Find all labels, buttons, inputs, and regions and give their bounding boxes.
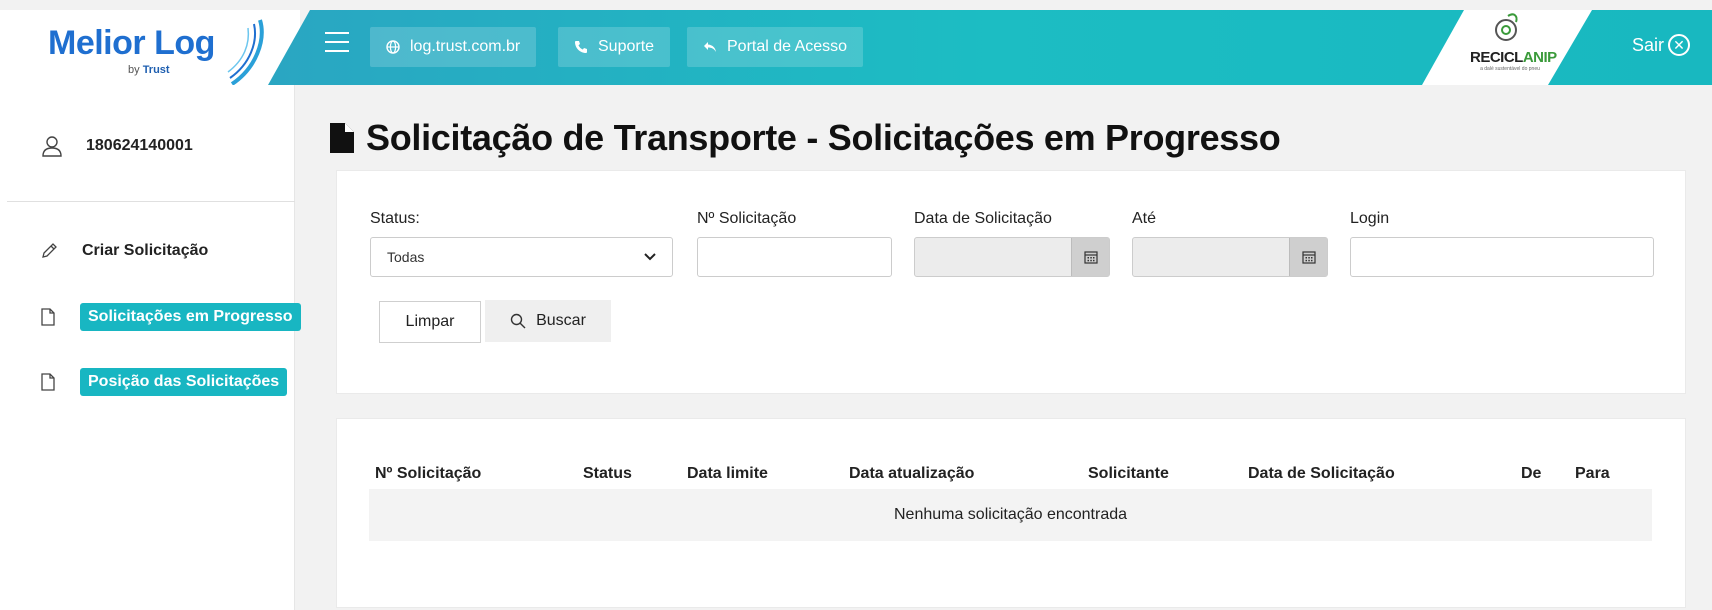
partner-name-b: ANIP	[1522, 49, 1557, 66]
filter-panel: Status: Todas Nº Solicitação Data de Sol…	[336, 170, 1686, 394]
logo-area: Melior Log by Trust	[0, 10, 300, 86]
logo-title: Melior Log	[48, 24, 215, 62]
table-header: Nº Solicitação Status Data limite Data a…	[337, 465, 1685, 487]
page-title: Solicitação de Transporte - Solicitações…	[330, 117, 1281, 159]
sidebar-divider	[7, 201, 295, 202]
portal-button[interactable]: Portal de Acesso	[687, 27, 864, 67]
search-icon	[510, 313, 526, 329]
globe-icon	[386, 40, 400, 54]
support-button[interactable]: Suporte	[558, 27, 671, 67]
clear-button-label: Limpar	[405, 313, 455, 330]
ate-label: Até	[1132, 210, 1157, 227]
calendar-button[interactable]	[1071, 238, 1109, 276]
logout-button[interactable]: Sair ✕	[1632, 34, 1691, 56]
support-label: Suporte	[598, 38, 655, 55]
melior-log-logo[interactable]: Melior Log by Trust	[48, 19, 264, 86]
empty-table-row: Nenhuma solicitação encontrada	[369, 489, 1652, 541]
document-icon	[41, 373, 55, 391]
logo-swoosh-icon	[227, 19, 264, 86]
column-header-de[interactable]: De	[1521, 465, 1541, 483]
login-field[interactable]	[1350, 237, 1654, 277]
status-select[interactable]: Todas	[370, 237, 673, 277]
logo-subtitle: by Trust	[128, 64, 170, 76]
numero-solicitacao-label: Nº Solicitação	[697, 210, 797, 227]
document-icon	[41, 308, 55, 326]
column-header-data-atualizacao[interactable]: Data atualização	[849, 465, 974, 483]
logo-sub-brand: Trust	[142, 64, 170, 76]
search-button[interactable]: Buscar	[485, 300, 611, 342]
numero-solicitacao-field[interactable]	[697, 237, 892, 277]
data-solicitacao-label: Data de Solicitação	[914, 210, 1052, 227]
chevron-down-icon	[644, 253, 656, 261]
calendar-icon	[1301, 251, 1316, 264]
sidebar-item-label: Solicitações em Progresso	[80, 303, 301, 331]
data-solicitacao-field[interactable]	[914, 237, 1110, 277]
pencil-icon	[42, 243, 57, 258]
sidebar-item-label: Posição das Solicitações	[80, 368, 288, 396]
file-icon	[330, 123, 354, 153]
user-info: 180624140001	[42, 135, 193, 157]
results-table: Nº Solicitação Status Data limite Data a…	[336, 418, 1686, 608]
login-label: Login	[1350, 210, 1390, 227]
user-id: 180624140001	[86, 137, 193, 154]
partner-name: RECICLANIP	[1470, 50, 1550, 66]
empty-message: Nenhuma solicitação encontrada	[893, 506, 1128, 523]
portal-label: Portal de Acesso	[727, 38, 848, 55]
column-header-data-limite[interactable]: Data limite	[687, 465, 768, 483]
page-title-text: Solicitação de Transporte - Solicitações…	[366, 117, 1281, 158]
logout-label: Sair	[1632, 34, 1665, 55]
column-header-numero[interactable]: Nº Solicitação	[375, 465, 481, 483]
status-selected-value: Todas	[387, 249, 425, 265]
ate-field[interactable]	[1132, 237, 1328, 277]
column-header-data-solicitacao[interactable]: Data de Solicitação	[1248, 465, 1395, 483]
partner-tagline: a dalé sustentável do pneu	[1480, 66, 1540, 72]
close-circle-icon: ✕	[1668, 34, 1691, 56]
sidebar-item-solicitacoes-em-progresso[interactable]: Solicitações em Progresso	[40, 303, 301, 331]
menu-toggle-icon[interactable]	[325, 32, 349, 52]
clear-button[interactable]: Limpar	[379, 301, 481, 343]
column-header-status[interactable]: Status	[583, 465, 632, 483]
sidebar: 180624140001 Criar Solicitação Solicitaç…	[0, 85, 301, 610]
numero-solicitacao-input[interactable]	[698, 238, 891, 276]
user-icon	[42, 136, 62, 157]
phone-icon	[575, 41, 587, 53]
reply-arrow-icon	[704, 42, 716, 52]
site-link-label: log.trust.com.br	[410, 38, 521, 55]
calendar-icon	[1083, 251, 1098, 264]
site-link-button[interactable]: log.trust.com.br	[370, 27, 537, 67]
column-header-para[interactable]: Para	[1575, 465, 1610, 483]
column-header-solicitante[interactable]: Solicitante	[1088, 465, 1169, 483]
login-input[interactable]	[1351, 238, 1653, 276]
logo-sub-prefix: by	[128, 64, 140, 76]
sidebar-item-label: Criar Solicitação	[82, 242, 209, 259]
search-button-label: Buscar	[536, 312, 586, 329]
sidebar-item-posicao-das-solicitacoes[interactable]: Posição das Solicitações	[40, 368, 288, 396]
partner-name-a: RECICL	[1470, 49, 1523, 66]
sidebar-item-criar-solicitacao[interactable]: Criar Solicitação	[40, 242, 208, 260]
top-bar: Melior Log by Trust log.trust.com.br Sup…	[0, 10, 1712, 86]
status-label: Status:	[370, 210, 420, 227]
calendar-button[interactable]	[1289, 238, 1327, 276]
